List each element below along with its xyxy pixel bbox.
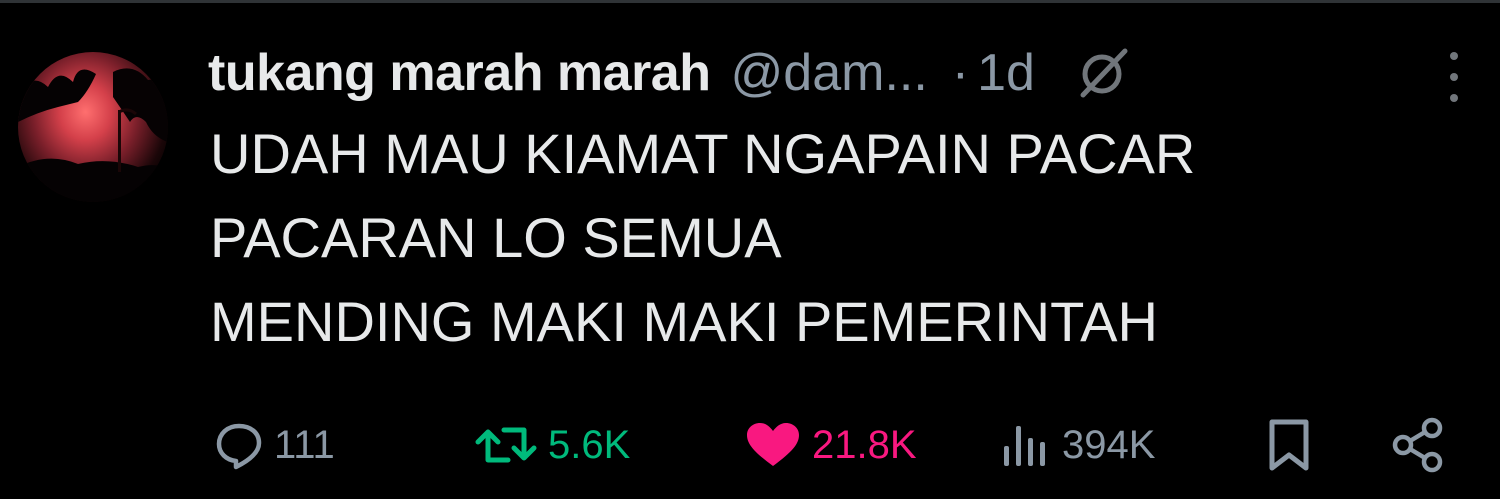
- bookmark-button[interactable]: [1266, 410, 1312, 480]
- reply-count: 111: [274, 422, 335, 467]
- separator-dot: ·: [951, 44, 970, 102]
- more-dot: [1450, 52, 1458, 60]
- reply-button[interactable]: 111: [214, 410, 335, 480]
- avatar[interactable]: [18, 52, 168, 202]
- bookmark-icon: [1269, 419, 1309, 471]
- more-options-icon[interactable]: [1438, 52, 1470, 102]
- views-button[interactable]: 394K: [1000, 410, 1155, 480]
- heart-icon: [747, 423, 799, 466]
- more-dot: [1450, 73, 1458, 81]
- views-icon: [1004, 426, 1045, 466]
- author-name[interactable]: tukang marah marah: [208, 43, 711, 103]
- avatar-image: [18, 68, 168, 202]
- tweet-line: UDAH MAU KIAMAT NGAPAIN PACAR: [210, 122, 1196, 185]
- top-border: [0, 0, 1500, 3]
- views-count: 394K: [1062, 422, 1156, 467]
- more-dot: [1450, 94, 1458, 102]
- tweet-header: tukang marah marah @dam... · 1d: [208, 40, 1131, 106]
- retweet-button[interactable]: 5.6K: [474, 410, 630, 480]
- share-button[interactable]: [1388, 410, 1448, 480]
- tweet-text: UDAH MAU KIAMAT NGAPAIN PACAR PACARAN LO…: [210, 112, 1195, 364]
- action-bar: 111 5.6K 21.8K 394K: [0, 410, 1500, 480]
- grok-icon[interactable]: [1075, 45, 1131, 101]
- like-button[interactable]: 21.8K: [744, 410, 917, 480]
- author-handle[interactable]: @dam...: [731, 43, 928, 103]
- timestamp[interactable]: 1d: [977, 43, 1035, 103]
- share-icon: [1392, 417, 1443, 473]
- retweet-count: 5.6K: [548, 422, 631, 467]
- reply-icon: [216, 423, 262, 470]
- like-count: 21.8K: [812, 422, 917, 467]
- retweet-icon: [475, 427, 537, 463]
- tweet-line: MENDING MAKI MAKI PEMERINTAH: [210, 290, 1158, 353]
- tweet-line: PACARAN LO SEMUA: [210, 206, 782, 269]
